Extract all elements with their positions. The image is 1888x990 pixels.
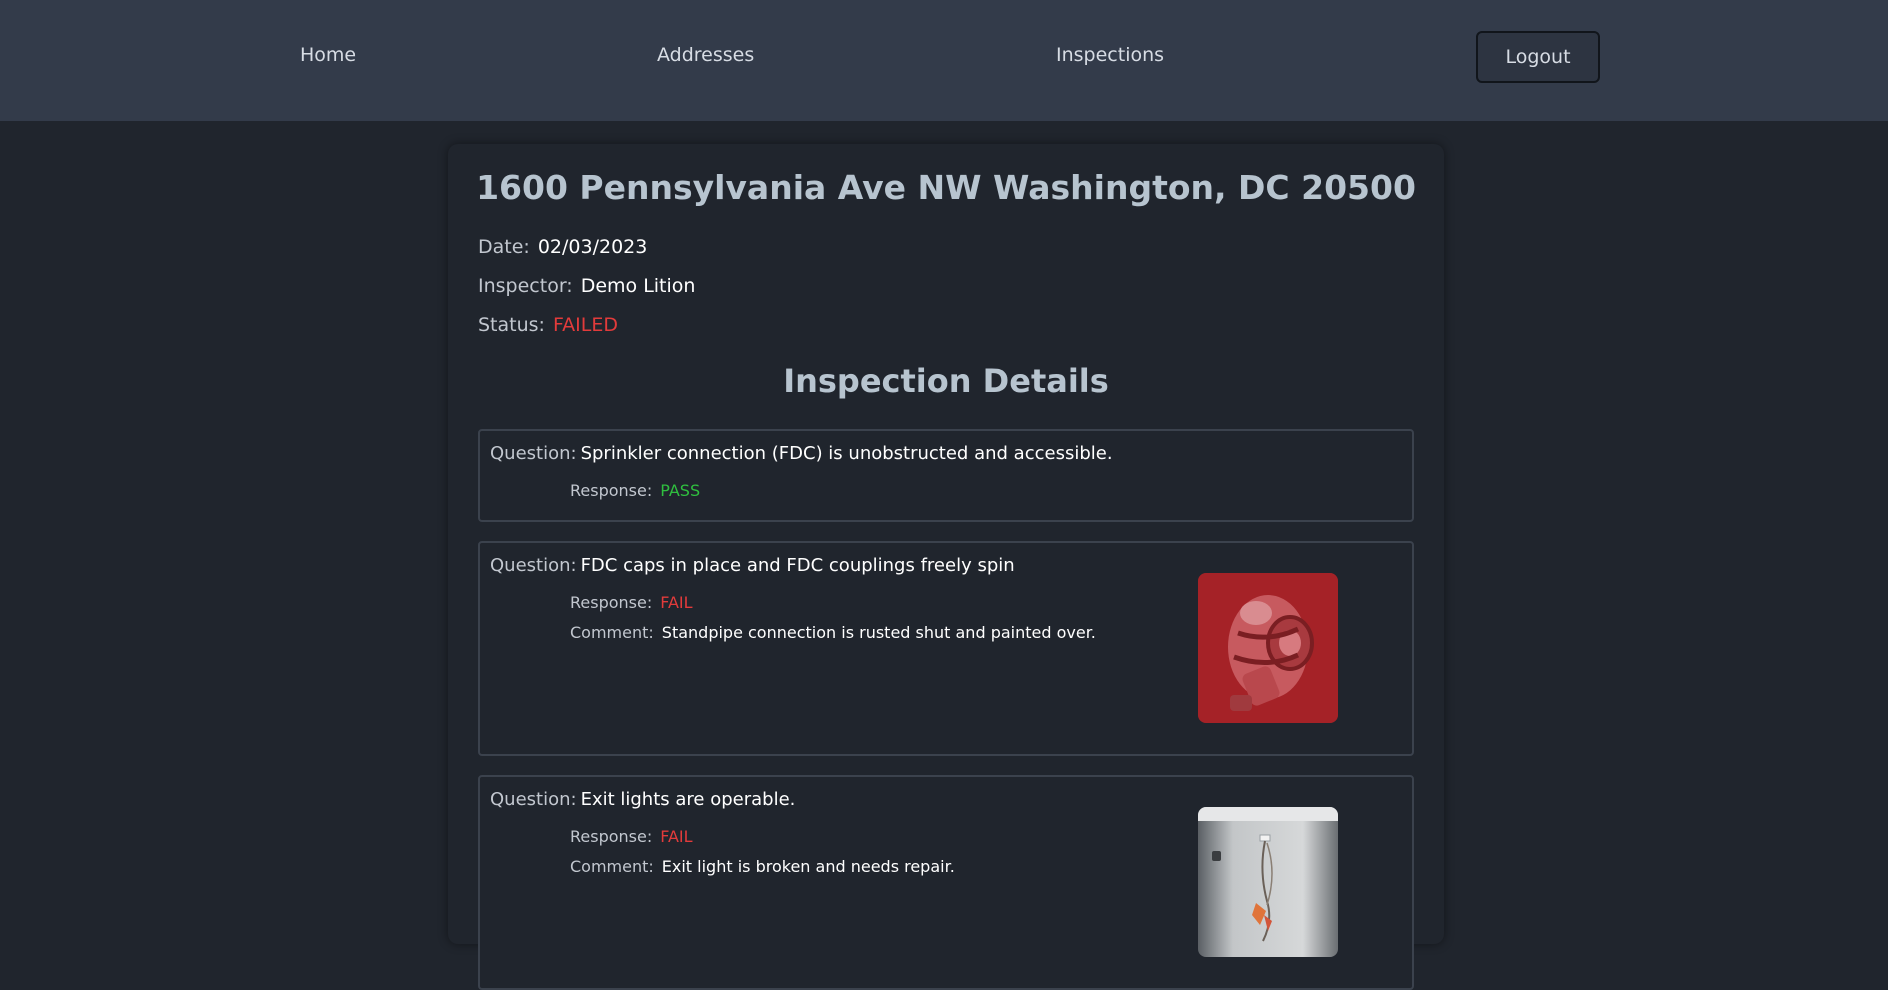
question-card: Question: Sprinkler connection (FDC) is u…: [478, 429, 1414, 522]
date-label: Date:: [478, 236, 530, 258]
question-text: Exit lights are operable.: [580, 789, 796, 810]
nav-inspections-link[interactable]: Inspections: [1056, 44, 1164, 66]
response-label: Response:: [570, 827, 653, 846]
response-value: FAIL: [660, 593, 693, 612]
question-text: FDC caps in place and FDC couplings free…: [580, 555, 1015, 576]
nav-addresses-link[interactable]: Addresses: [657, 44, 754, 66]
question-line: Question: Exit lights are operable.: [490, 789, 795, 810]
question-line: Question: FDC caps in place and FDC coupl…: [490, 555, 1015, 576]
question-text: Sprinkler connection (FDC) is unobstruct…: [580, 443, 1113, 464]
response-value: FAIL: [660, 827, 693, 846]
rusted-fdc-image: [1198, 573, 1338, 723]
inspector-label: Inspector:: [478, 275, 573, 297]
comment-line: Comment: Exit light is broken and needs r…: [570, 857, 955, 876]
page-title: 1600 Pennsylvania Ave NW Washington, DC …: [476, 168, 1416, 207]
question-label: Question:: [490, 789, 577, 810]
question-card: Question: Exit lights are operable. Respo…: [478, 775, 1414, 990]
inspection-details-heading: Inspection Details: [783, 362, 1109, 400]
response-label: Response:: [570, 593, 653, 612]
comment-text: Standpipe connection is rusted shut and …: [661, 623, 1096, 642]
broken-exit-light-photo[interactable]: [1198, 807, 1338, 957]
date-row: Date: 02/03/2023: [478, 236, 647, 258]
comment-label: Comment:: [570, 857, 654, 876]
response-value: PASS: [660, 481, 701, 500]
logout-button[interactable]: Logout: [1476, 31, 1600, 83]
question-card: Question: FDC caps in place and FDC coupl…: [478, 541, 1414, 756]
response-line: Response: FAIL: [570, 593, 693, 612]
response-label: Response:: [570, 481, 653, 500]
date-value: 02/03/2023: [537, 236, 648, 258]
nav-home-link[interactable]: Home: [300, 44, 356, 66]
question-line: Question: Sprinkler connection (FDC) is u…: [490, 443, 1113, 464]
status-label: Status:: [478, 314, 545, 336]
inspection-card: 1600 Pennsylvania Ave NW Washington, DC …: [448, 144, 1444, 990]
comment-label: Comment:: [570, 623, 654, 642]
question-label: Question:: [490, 555, 577, 576]
broken-exit-light-image: [1198, 807, 1338, 957]
comment-text: Exit light is broken and needs repair.: [661, 857, 955, 876]
inspector-row: Inspector: Demo Lition: [478, 275, 695, 297]
inspector-value: Demo Lition: [580, 275, 696, 297]
status-badge: FAILED: [552, 314, 618, 336]
status-row: Status: FAILED: [478, 314, 618, 336]
top-navbar: Home Addresses Inspections Logout: [0, 0, 1888, 121]
rusted-fdc-photo[interactable]: [1198, 573, 1338, 723]
question-label: Question:: [490, 443, 577, 464]
comment-line: Comment: Standpipe connection is rusted s…: [570, 623, 1096, 642]
response-line: Response: PASS: [570, 481, 700, 500]
response-line: Response: FAIL: [570, 827, 693, 846]
